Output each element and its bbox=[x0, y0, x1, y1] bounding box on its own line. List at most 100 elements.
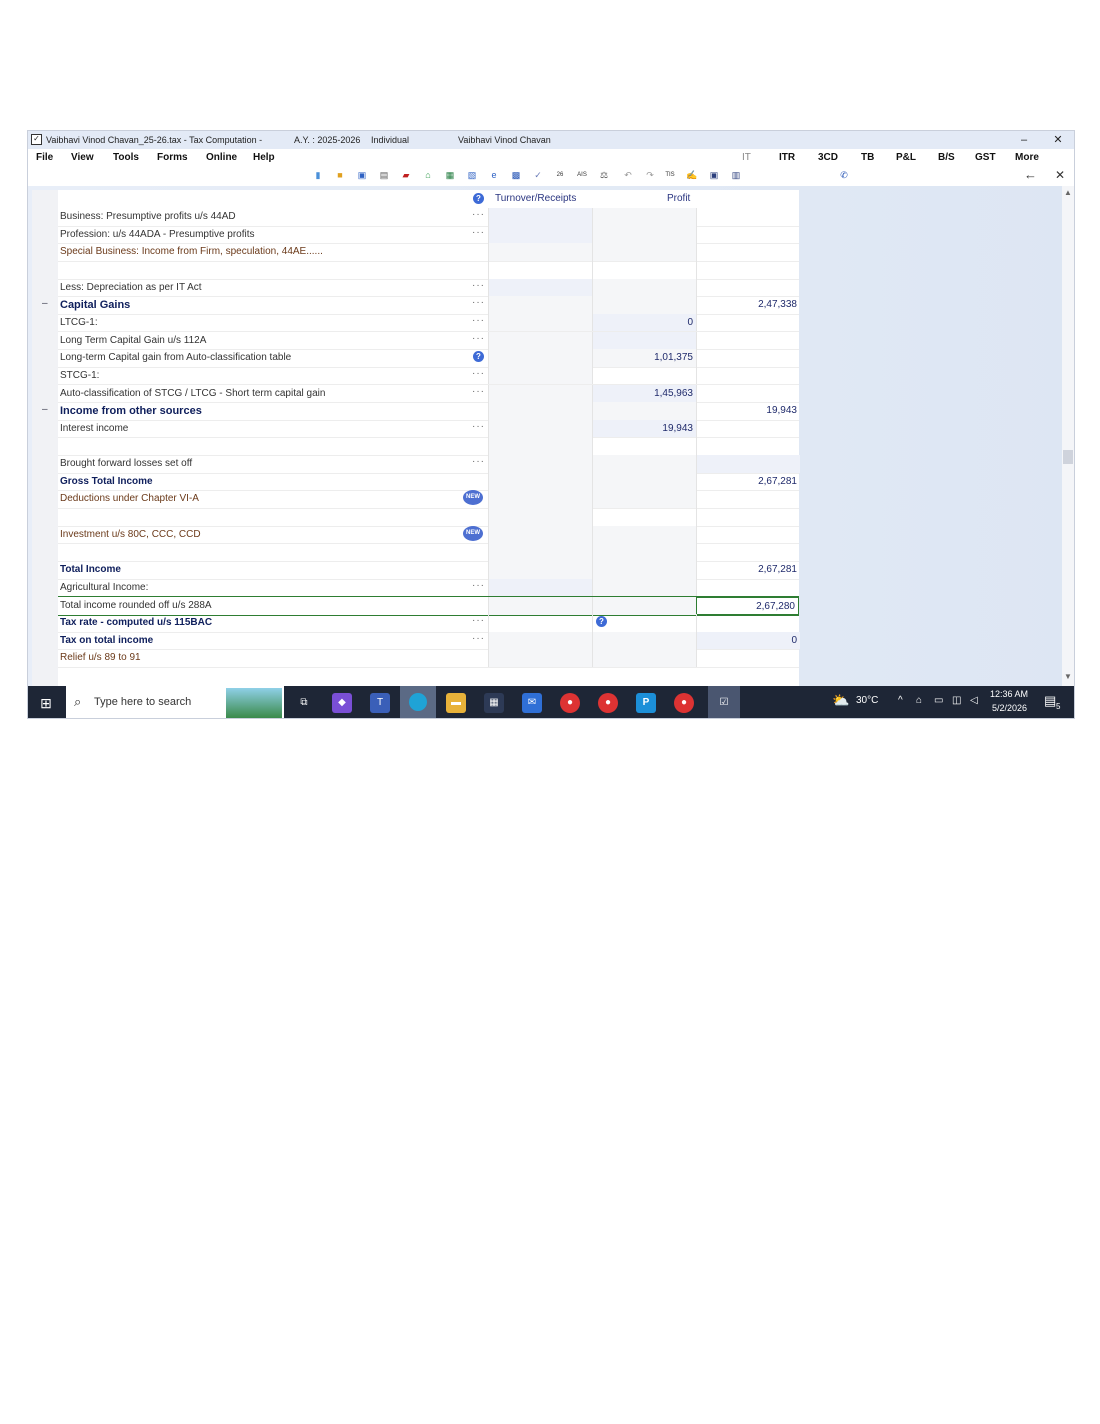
tray-network-icon[interactable]: ⌂ bbox=[916, 695, 922, 706]
minimize-button[interactable]: – bbox=[1012, 132, 1036, 148]
amount-cell[interactable] bbox=[592, 578, 696, 597]
26as-icon[interactable]: 26 bbox=[554, 169, 566, 181]
turnover-cell[interactable] bbox=[488, 278, 592, 297]
profit-cell[interactable]: 2,67,281 bbox=[696, 472, 800, 491]
menu-online[interactable]: Online bbox=[206, 152, 237, 163]
table-row[interactable]: Gross Total Income 2,67,281 bbox=[58, 472, 800, 492]
profit-cell[interactable] bbox=[696, 278, 800, 297]
ellipsis-button[interactable]: ··· bbox=[472, 421, 485, 432]
profit-cell[interactable] bbox=[696, 437, 800, 456]
phone-support-icon[interactable]: ✆ bbox=[838, 169, 850, 181]
turnover-cell[interactable] bbox=[488, 243, 592, 261]
turnover-cell[interactable] bbox=[488, 472, 592, 491]
profit-cell[interactable] bbox=[696, 508, 800, 526]
table-row[interactable]: Brought forward losses set off ··· bbox=[58, 455, 800, 474]
turnover-cell[interactable] bbox=[488, 296, 592, 314]
table-row[interactable]: STCG-1: ··· bbox=[58, 366, 799, 386]
amount-cell[interactable] bbox=[592, 508, 696, 526]
amount-cell[interactable] bbox=[592, 296, 696, 314]
ellipsis-button[interactable]: ··· bbox=[472, 297, 485, 308]
profit-cell[interactable] bbox=[696, 331, 800, 350]
tray-volume-icon[interactable]: ◁ bbox=[970, 695, 978, 706]
turnover-cell[interactable] bbox=[488, 384, 592, 403]
tax-app-icon[interactable]: ☑ bbox=[708, 686, 740, 718]
nav-it[interactable]: IT bbox=[742, 152, 751, 163]
profit-cell[interactable] bbox=[696, 419, 800, 438]
profit-cell[interactable] bbox=[696, 243, 800, 261]
email-icon[interactable]: e bbox=[488, 169, 500, 181]
help-question-icon[interactable]: ? bbox=[596, 615, 607, 627]
menu-file[interactable]: File bbox=[36, 152, 53, 163]
mail-icon[interactable]: ✉ bbox=[522, 693, 542, 713]
amount-cell[interactable] bbox=[592, 437, 696, 456]
turnover-cell[interactable] bbox=[488, 631, 592, 650]
profit-cell[interactable] bbox=[696, 578, 800, 597]
amount-cell[interactable] bbox=[592, 225, 696, 244]
amount-cell[interactable] bbox=[592, 243, 696, 261]
verify-icon[interactable]: ✓ bbox=[532, 169, 544, 181]
ellipsis-button[interactable]: ··· bbox=[472, 615, 485, 626]
windows-start-icon[interactable]: ⊞ bbox=[36, 693, 56, 713]
notification-icon[interactable]: ▤ bbox=[1044, 693, 1056, 709]
pdf-icon[interactable]: ▰ bbox=[400, 169, 412, 181]
collapse-toggle[interactable]: – bbox=[42, 298, 48, 309]
table-row[interactable] bbox=[58, 543, 799, 562]
amount-cell[interactable] bbox=[592, 331, 696, 350]
table-row[interactable]: Capital Gains – ··· 2,47,338 bbox=[42, 296, 800, 315]
amount-cell[interactable]: 1,45,963 bbox=[592, 384, 696, 403]
ellipsis-button[interactable]: ··· bbox=[472, 315, 485, 326]
turnover-cell[interactable] bbox=[488, 649, 592, 667]
nav-3cd[interactable]: 3CD bbox=[818, 152, 838, 163]
turnover-cell[interactable] bbox=[488, 597, 592, 615]
table-row[interactable]: Agricultural Income: ··· bbox=[58, 578, 800, 598]
scroll-up-icon[interactable]: ▲ bbox=[1064, 188, 1072, 197]
ellipsis-button[interactable]: ··· bbox=[472, 227, 485, 238]
nav-tb[interactable]: TB bbox=[861, 152, 874, 163]
profit-cell[interactable] bbox=[696, 649, 800, 667]
table-row[interactable]: Income from other sources – 19,943 bbox=[42, 402, 799, 421]
amount-cell[interactable] bbox=[592, 208, 696, 226]
table-row[interactable]: Less: Depreciation as per IT Act ··· bbox=[58, 278, 800, 298]
turnover-cell[interactable] bbox=[488, 366, 592, 385]
profit-cell[interactable]: 2,67,281 bbox=[696, 561, 800, 579]
table-row[interactable]: Deductions under Chapter VI-A NEW bbox=[58, 490, 799, 509]
turnover-cell[interactable] bbox=[488, 543, 592, 561]
table-row[interactable]: Investment u/s 80C, CCC, CCD NEW bbox=[58, 525, 799, 545]
open-folder-icon[interactable]: ■ bbox=[334, 169, 346, 181]
table-row[interactable]: Long-term Capital gain from Auto-classif… bbox=[58, 349, 799, 368]
amount-cell[interactable] bbox=[592, 402, 696, 420]
tray-chevron-icon[interactable]: ^ bbox=[898, 695, 903, 706]
turnover-cell[interactable] bbox=[488, 578, 592, 597]
ellipsis-button[interactable]: ··· bbox=[472, 209, 485, 220]
edge-browser-icon[interactable] bbox=[400, 686, 436, 718]
table-row[interactable] bbox=[58, 437, 800, 457]
table-row[interactable]: Tax on total income ··· 0 bbox=[58, 631, 800, 651]
taskbar-search[interactable]: ⌕ Type here to search bbox=[66, 686, 284, 718]
turnover-cell[interactable] bbox=[488, 260, 592, 279]
new-badge-icon[interactable]: NEW bbox=[463, 490, 483, 506]
tis-icon[interactable]: TIS bbox=[664, 169, 676, 181]
amount-cell[interactable] bbox=[592, 631, 696, 650]
profit-cell[interactable] bbox=[696, 260, 800, 279]
table-row[interactable] bbox=[58, 260, 800, 280]
teams-icon[interactable]: T bbox=[370, 693, 390, 713]
ellipsis-button[interactable]: ··· bbox=[472, 580, 485, 591]
turnover-cell[interactable] bbox=[488, 225, 592, 244]
redo-icon[interactable]: ↷ bbox=[644, 169, 656, 181]
chrome-alt-icon[interactable]: ● bbox=[674, 693, 694, 713]
nav-gst[interactable]: GST bbox=[975, 152, 996, 163]
profit-cell[interactable]: 2,67,280 bbox=[696, 597, 799, 615]
profit-cell[interactable] bbox=[696, 208, 800, 226]
profit-cell[interactable]: 2,47,338 bbox=[696, 296, 800, 314]
scroll-down-icon[interactable]: ▼ bbox=[1064, 672, 1072, 681]
new-badge-icon[interactable]: NEW bbox=[463, 525, 483, 541]
store-icon[interactable]: ▦ bbox=[484, 693, 504, 713]
amount-cell[interactable] bbox=[592, 278, 696, 297]
sign-icon[interactable]: ✍ bbox=[686, 169, 698, 181]
profit-cell[interactable] bbox=[696, 313, 800, 332]
help-question-icon[interactable]: ? bbox=[473, 193, 484, 204]
amount-cell[interactable] bbox=[592, 455, 696, 473]
turnover-cell[interactable] bbox=[488, 331, 592, 350]
amount-cell[interactable]: 1,01,375 bbox=[592, 349, 696, 367]
menu-tools[interactable]: Tools bbox=[113, 152, 139, 163]
